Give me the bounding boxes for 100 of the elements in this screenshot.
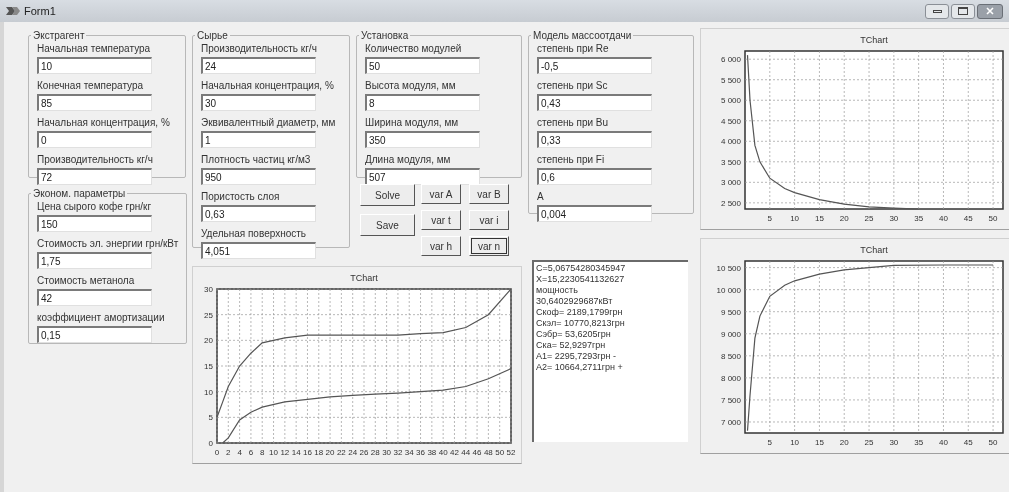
x-tick-label: 20	[839, 214, 849, 223]
y-tick-label: 7 500	[720, 395, 741, 405]
x-tick-label: 46	[472, 448, 482, 457]
x-tick-label: 5	[767, 438, 773, 447]
x-tick-label: 22	[336, 448, 346, 457]
chart-title: TChart	[860, 245, 888, 255]
y-tick-label: 4 000	[720, 137, 741, 147]
y-tick-label: 15	[204, 362, 213, 371]
x-tick-label: 44	[461, 448, 471, 457]
field-label: Цена сырого кофе грн/кг	[37, 201, 153, 213]
group-title: Сырье	[196, 29, 229, 43]
field-label: Ширина модуля, мм	[365, 117, 460, 129]
field-label: степень при Bu	[537, 117, 610, 129]
x-tick-label: 10	[790, 438, 800, 447]
y-tick-label: 8 000	[720, 373, 741, 383]
x-tick-label: 4	[237, 448, 242, 457]
field-label: Производительность кг/ч	[37, 154, 154, 166]
x-tick-label: 10	[790, 214, 800, 223]
x-tick-label: 35	[914, 214, 924, 223]
x-tick-label: 38	[427, 448, 437, 457]
x-tick-label: 36	[416, 448, 425, 457]
window-title: Form1	[24, 3, 56, 19]
y-tick-label: 30	[204, 285, 213, 294]
x-tick-label: 35	[914, 438, 924, 447]
x-tick-label: 30	[889, 438, 899, 447]
field-label: степень при Sc	[537, 80, 609, 92]
field-label: Удельная поверхность	[201, 228, 308, 240]
x-tick-label: 6	[248, 448, 254, 457]
x-tick-label: 50	[988, 438, 998, 447]
memo-line: Скэл= 10770,8213грн	[536, 318, 626, 329]
x-tick-label: 40	[939, 438, 948, 447]
x-tick-label: 5	[767, 214, 773, 223]
x-tick-label: 45	[963, 438, 973, 447]
x-tick-label: 25	[864, 214, 874, 223]
x-tick-label: 12	[280, 448, 290, 457]
y-tick-label: 7 000	[720, 417, 741, 427]
memo-line: A2= 10664,2711грн +	[536, 362, 624, 373]
memo-line: 30,6402929687кВт	[536, 296, 614, 307]
x-tick-label: 30	[382, 448, 392, 457]
x-tick-label: 18	[314, 448, 324, 457]
memo-line: A1= 2295,7293грн -	[536, 351, 618, 362]
y-tick-label: 20	[204, 336, 213, 346]
x-tick-label: 52	[506, 448, 516, 457]
y-tick-label: 8 500	[720, 351, 741, 361]
y-tick-label: 25	[204, 310, 213, 320]
field-label: Начальная концентрация, %	[37, 117, 171, 129]
x-tick-label: 25	[864, 438, 874, 447]
y-tick-label: 2 500	[720, 198, 741, 208]
field-label: степень при Re	[537, 43, 610, 55]
field-label: Стоимость эл. энергии грн/кВт	[37, 238, 179, 250]
field-label: Эквивалентный диаметр, мм	[201, 117, 337, 129]
x-tick-label: 14	[291, 448, 301, 457]
x-tick-label: 26	[359, 448, 369, 457]
field-label: Начальная температура	[37, 43, 152, 55]
x-tick-label: 10	[269, 448, 278, 457]
memo-line: Скоф= 2189,1799грн	[536, 307, 624, 318]
x-tick-label: 28	[370, 448, 380, 457]
y-tick-label: 5	[208, 413, 213, 423]
x-tick-label: 40	[939, 214, 948, 223]
y-tick-label: 6 000	[720, 55, 741, 65]
field-label: Конечная температура	[37, 80, 145, 92]
y-tick-label: 0	[208, 439, 213, 448]
field-label: Пористость слоя	[201, 191, 281, 203]
field-label: Высота модуля, мм	[365, 80, 457, 92]
y-tick-label: 9 500	[720, 307, 741, 317]
y-tick-label: 3 500	[720, 157, 741, 167]
x-tick-label: 30	[889, 214, 899, 223]
field-label: Стоимость метанола	[37, 275, 136, 287]
group-title: Установка	[360, 29, 410, 43]
memo-line: Ска= 52,9297грн	[536, 340, 607, 351]
memo-line: мощность	[536, 285, 579, 296]
y-tick-label: 10 500	[716, 263, 741, 273]
group-title: Эконом. параметры	[32, 187, 127, 201]
x-tick-label: 34	[404, 448, 414, 457]
x-tick-label: 15	[814, 438, 824, 447]
x-tick-label: 40	[438, 448, 448, 457]
field-label: Плотность частиц кг/м3	[201, 154, 312, 166]
y-tick-label: 5 000	[720, 96, 741, 106]
y-tick-label: 4 500	[720, 116, 741, 126]
chart-title: TChart	[860, 35, 888, 45]
y-tick-label: 5 500	[720, 75, 741, 85]
y-tick-label: 9 000	[720, 329, 741, 339]
y-tick-label: 10	[204, 387, 213, 397]
x-tick-label: 0	[214, 448, 220, 457]
field-label: коэффициент амортизации	[37, 312, 166, 324]
field-label: Длина модуля, мм	[365, 154, 452, 166]
chart-title: TChart	[350, 273, 378, 283]
y-tick-label: 3 000	[720, 178, 741, 188]
field-label: степень при Fi	[537, 154, 606, 166]
x-tick-label: 50	[495, 448, 505, 457]
y-tick-label: 10 000	[716, 285, 741, 295]
field-label: Производительность кг/ч	[201, 43, 318, 55]
x-tick-label: 15	[814, 214, 824, 223]
x-tick-label: 24	[348, 448, 358, 457]
x-tick-label: 20	[839, 438, 849, 447]
field-label: Количество модулей	[365, 43, 463, 55]
memo-line: X=15,2230541132627	[536, 274, 626, 285]
group-title: Модель массоотдачи	[532, 29, 633, 43]
field-label: A	[537, 191, 545, 203]
group-title: Экстрагент	[32, 29, 86, 43]
